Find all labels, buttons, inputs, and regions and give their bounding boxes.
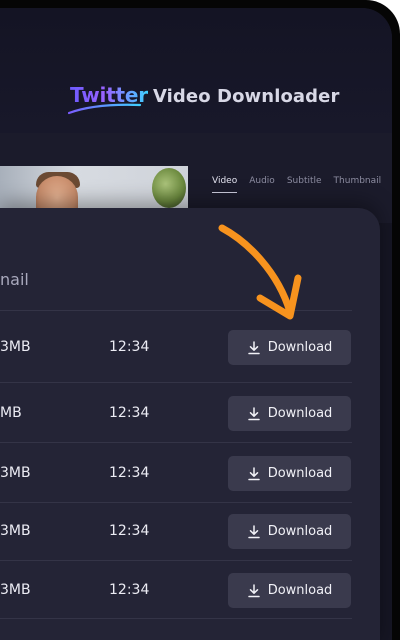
format-tabs: Video Audio Subtitle Thumbnail [212, 176, 392, 193]
divider [0, 382, 352, 383]
duration: 12:34 [109, 465, 150, 481]
download-icon [247, 340, 260, 354]
download-button[interactable]: Download [228, 573, 351, 608]
duration: 12:34 [109, 582, 150, 598]
divider [0, 618, 352, 619]
download-panel: nail 3MB 12:34 Download MB 12:34 Downloa… [0, 208, 380, 640]
divider [0, 442, 352, 443]
tab-subtitle[interactable]: Subtitle [287, 176, 322, 193]
logo-swoosh-icon [68, 103, 142, 115]
download-button[interactable]: Download [228, 396, 351, 431]
download-label: Download [267, 340, 333, 355]
download-icon [247, 583, 260, 597]
duration: 12:34 [109, 339, 150, 355]
tab-audio[interactable]: Audio [249, 176, 275, 193]
orange-arrow-icon [218, 224, 302, 320]
file-size: MB [0, 405, 22, 421]
tab-thumbnail[interactable]: Thumbnail [334, 176, 382, 193]
download-label: Download [267, 466, 333, 481]
panel-title: nail [0, 270, 29, 289]
app-logo: Twitter Video Downloader [68, 83, 340, 115]
download-button[interactable]: Download [228, 456, 351, 491]
download-label: Download [267, 583, 333, 598]
table-row: MB 12:34 Download [0, 384, 352, 442]
file-size: 3MB [0, 339, 31, 355]
duration: 12:34 [109, 523, 150, 539]
phone-frame: Twitter Video Downloader Video Audio Sub… [0, 0, 400, 640]
duration: 12:34 [109, 405, 150, 421]
download-button[interactable]: Download [228, 514, 351, 549]
download-icon [247, 524, 260, 538]
download-label: Download [267, 406, 333, 421]
app-screen: Twitter Video Downloader Video Audio Sub… [0, 8, 392, 640]
table-row: 3MB 12:34 Download [0, 444, 352, 502]
table-row: 3MB 12:34 Download [0, 502, 352, 560]
file-size: 3MB [0, 582, 31, 598]
download-button[interactable]: Download [228, 330, 351, 365]
app-header: Twitter Video Downloader [0, 8, 392, 133]
download-icon [247, 406, 260, 420]
file-size: 3MB [0, 465, 31, 481]
file-size: 3MB [0, 523, 31, 539]
tab-video[interactable]: Video [212, 176, 238, 193]
download-label: Download [267, 524, 333, 539]
download-icon [247, 466, 260, 480]
thumbnail-plant [152, 168, 186, 208]
table-row: 3MB 12:34 Download [0, 561, 352, 619]
logo-title: Video Downloader [152, 86, 340, 107]
video-thumbnail[interactable] [0, 166, 188, 214]
